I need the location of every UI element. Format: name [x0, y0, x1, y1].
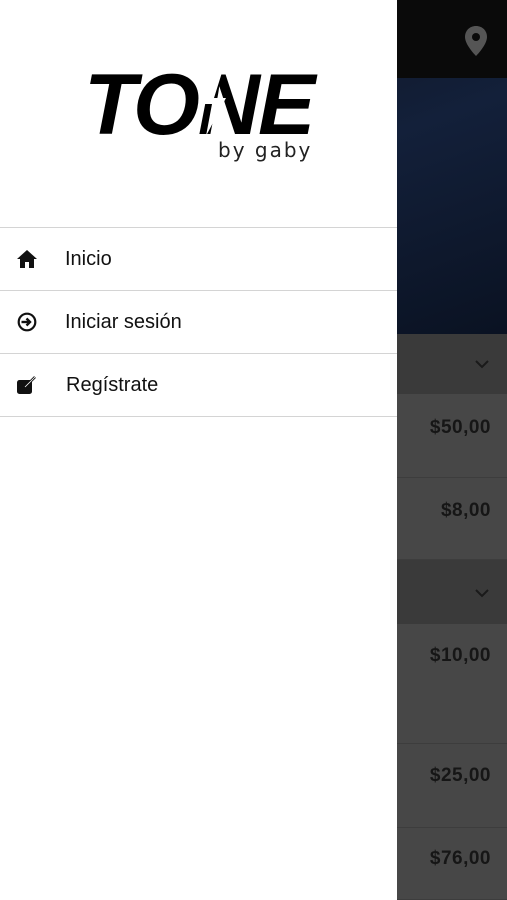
menu-item-label: Regístrate	[66, 373, 159, 396]
menu-item-iniciar-sesion[interactable]: Iniciar sesión	[0, 290, 397, 353]
logo-subtitle: by gaby	[218, 138, 313, 162]
price: $25,00	[429, 765, 491, 786]
price: $50,00	[429, 417, 491, 438]
chevron-down-icon	[475, 360, 489, 369]
price: $76,00	[429, 848, 491, 869]
navigation-drawer: TONE by gaby Inicio Iniciar sesión Regís…	[0, 0, 397, 900]
location-pin-icon[interactable]	[464, 26, 488, 56]
menu-item-label: Inicio	[65, 247, 112, 270]
price: $8,00	[440, 500, 491, 521]
home-icon	[16, 248, 38, 270]
login-icon	[16, 311, 38, 333]
drawer-menu: Inicio Iniciar sesión Regístrate	[0, 227, 397, 417]
edit-icon	[16, 374, 38, 396]
menu-item-label: Iniciar sesión	[65, 310, 182, 333]
menu-item-registrate[interactable]: Regístrate	[0, 353, 397, 417]
chevron-down-icon	[475, 589, 489, 598]
price: $10,00	[429, 645, 491, 666]
menu-item-inicio[interactable]: Inicio	[0, 227, 397, 290]
